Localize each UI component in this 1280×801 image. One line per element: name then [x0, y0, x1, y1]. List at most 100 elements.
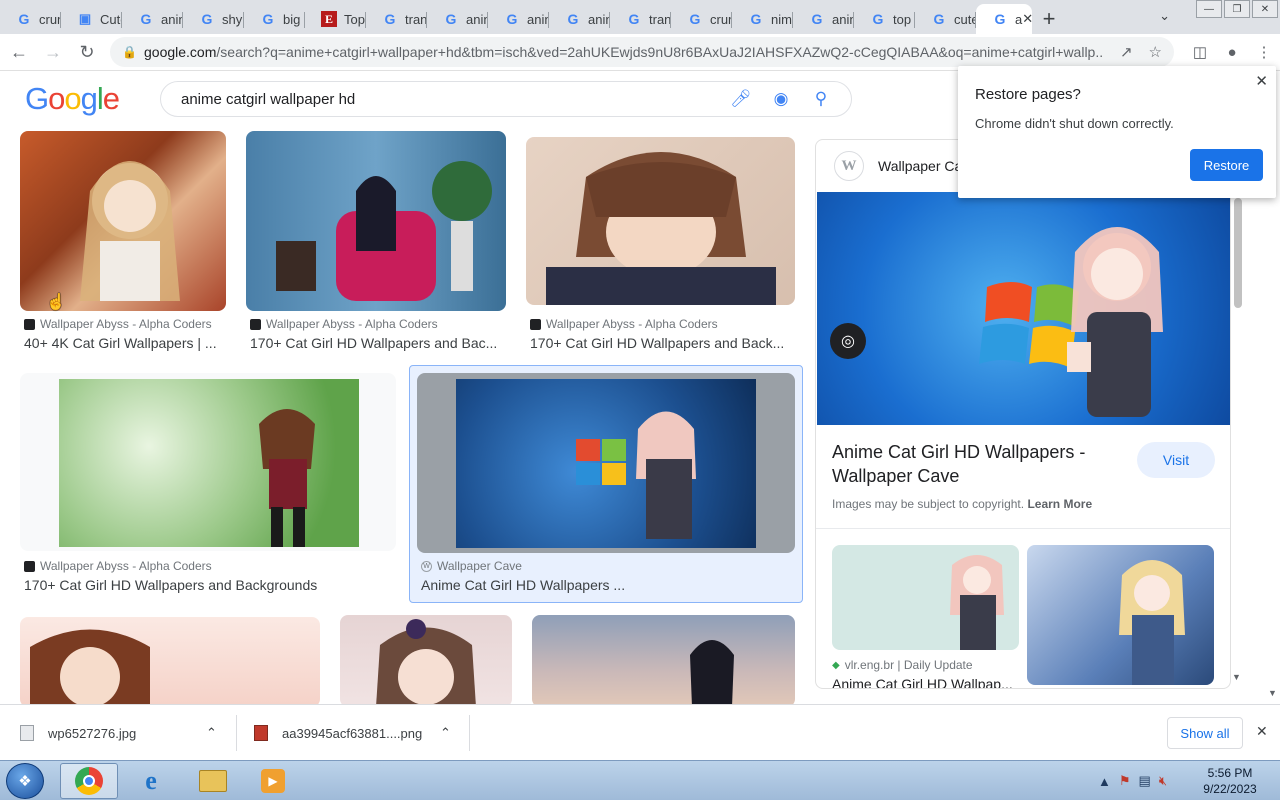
new-tab-button[interactable]: +: [1032, 4, 1066, 34]
catgirl-armchair-thumbnail: [276, 161, 492, 301]
browser-tab[interactable]: Gcrun: [671, 4, 732, 34]
catgirl-brown-hair-thumbnail: [30, 629, 150, 705]
download-item[interactable]: aa39945acf63881....png: [254, 705, 422, 761]
related-title[interactable]: Anime Cat Girl HD Wallpap...: [832, 676, 1013, 688]
show-all-button[interactable]: Show all: [1167, 717, 1243, 749]
maximize-button[interactable]: ❐: [1224, 0, 1250, 18]
restore-button[interactable]: Restore: [1190, 149, 1263, 181]
result-image[interactable]: [526, 137, 795, 305]
gem-icon: ◆: [832, 659, 840, 671]
media-player-icon[interactable]: ▶: [244, 763, 302, 799]
browser-tab[interactable]: Gcute: [915, 4, 976, 34]
result-image[interactable]: [20, 373, 396, 551]
close-window-button[interactable]: ✕: [1252, 0, 1278, 18]
result-title[interactable]: 40+ 4K Cat Girl Wallpapers | ...: [24, 335, 224, 351]
visit-button[interactable]: Visit: [1137, 442, 1215, 478]
panel-main-image[interactable]: [817, 192, 1230, 425]
result-image[interactable]: [20, 617, 320, 705]
side-panel-icon[interactable]: ◫: [1184, 36, 1216, 68]
panel-title[interactable]: Anime Cat Girl HD Wallpapers - Wallpaper…: [832, 440, 1122, 488]
catgirl-bokeh-thumbnail: [59, 379, 359, 547]
result-title[interactable]: 170+ Cat Girl HD Wallpapers and Backgrou…: [24, 577, 394, 593]
result-title[interactable]: Anime Cat Girl HD Wallpapers ...: [421, 577, 791, 593]
back-button[interactable]: ←: [4, 36, 34, 68]
reload-button[interactable]: ↻: [72, 36, 102, 68]
search-icon[interactable]: ⚲: [801, 89, 841, 109]
panel-scroll-thumb[interactable]: [1234, 198, 1242, 308]
browser-tab[interactable]: Ganin: [793, 4, 854, 34]
close-download-bar-icon[interactable]: ✕: [1256, 723, 1268, 740]
panel-scrollbar[interactable]: ▼: [1231, 190, 1245, 686]
taskbar-clock[interactable]: 5:56 PM 9/22/2023: [1196, 765, 1264, 797]
browser-tab[interactable]: Gbig: [244, 4, 305, 34]
tab-label: Cute: [100, 11, 122, 27]
forward-button[interactable]: →: [38, 36, 68, 68]
search-box[interactable]: anime catgirl wallpaper hd 🎤︎ ◉ ⚲: [160, 81, 852, 117]
related-image[interactable]: [1027, 545, 1214, 685]
browser-tab[interactable]: Gtran: [366, 4, 427, 34]
google-logo[interactable]: Google: [25, 81, 120, 117]
volume-muted-icon[interactable]: 🔇︎: [1159, 773, 1167, 789]
result-source[interactable]: Wallpaper Abyss - Alpha Coders: [24, 559, 212, 573]
panel-site-name[interactable]: Wallpaper Ca: [878, 158, 962, 174]
share-icon[interactable]: ↗: [1120, 43, 1133, 61]
browser-tab[interactable]: Ganin: [488, 4, 549, 34]
lens-camera-icon[interactable]: ◉: [761, 89, 801, 109]
search-query[interactable]: anime catgirl wallpaper hd: [181, 91, 721, 108]
minimize-button[interactable]: —: [1196, 0, 1222, 18]
profile-avatar-icon[interactable]: ●: [1216, 36, 1248, 68]
internet-explorer-icon[interactable]: e: [122, 763, 180, 799]
result-image[interactable]: [532, 615, 795, 705]
image-file-icon: [20, 725, 34, 741]
browser-tab[interactable]: Gcrun: [0, 4, 61, 34]
action-center-flag-icon[interactable]: ⚑: [1119, 773, 1131, 789]
chrome-taskbar-icon[interactable]: [60, 763, 118, 799]
start-button[interactable]: ❖: [6, 763, 44, 799]
browser-tab[interactable]: Gtop: [854, 4, 915, 34]
result-image[interactable]: [340, 615, 512, 705]
bookmark-star-icon[interactable]: ☆: [1149, 43, 1162, 61]
learn-more-link[interactable]: Learn More: [1027, 497, 1092, 511]
related-image[interactable]: [832, 545, 1019, 650]
menu-kebab-icon[interactable]: ⋮: [1248, 36, 1280, 68]
browser-tab[interactable]: Gshy: [183, 4, 244, 34]
page-scroll-down-arrow-icon[interactable]: ▼: [1268, 688, 1277, 698]
clock-time: 5:56 PM: [1207, 766, 1253, 780]
catgirl-related-thumbnail: [950, 555, 1004, 650]
chevron-up-icon[interactable]: ⌃: [206, 705, 217, 761]
download-item[interactable]: wp6527276.jpg: [20, 705, 136, 761]
address-bar[interactable]: 🔒 google.com/search?q=anime+catgirl+wall…: [110, 37, 1174, 67]
result-title[interactable]: 170+ Cat Girl HD Wallpapers and Back...: [530, 335, 790, 351]
tab-search-chevron-icon[interactable]: ⌄: [1159, 8, 1170, 24]
chevron-up-icon[interactable]: ⌃: [440, 705, 451, 761]
close-tab-icon[interactable]: ✕: [1022, 11, 1032, 27]
google-lens-icon[interactable]: ◎: [830, 323, 866, 359]
address-path: /search?q=anime+catgirl+wallpaper+hd&tbm…: [216, 44, 1104, 60]
scroll-down-arrow-icon[interactable]: ▼: [1232, 672, 1241, 682]
browser-tab[interactable]: Gnim: [732, 4, 793, 34]
browser-tab[interactable]: Ganin: [122, 4, 183, 34]
browser-tab[interactable]: Gtran: [610, 4, 671, 34]
tray-expand-icon[interactable]: ▲: [1098, 774, 1111, 789]
network-icon[interactable]: ▤: [1139, 773, 1151, 789]
result-source[interactable]: Wallpaper Abyss - Alpha Coders: [250, 317, 438, 331]
result-image[interactable]: [20, 131, 226, 311]
result-title[interactable]: 170+ Cat Girl HD Wallpapers and Bac...: [250, 335, 505, 351]
browser-tab[interactable]: Ganin: [549, 4, 610, 34]
result-source[interactable]: Wallpaper Abyss - Alpha Coders: [24, 317, 212, 331]
mouse-cursor-icon: ☝: [46, 294, 66, 311]
related-source[interactable]: ◆ vlr.eng.br | Daily Update: [832, 658, 973, 672]
result-source[interactable]: W Wallpaper Cave: [421, 559, 522, 573]
microphone-icon[interactable]: 🎤︎: [721, 89, 761, 109]
browser-tab[interactable]: E Top: [305, 4, 366, 34]
file-explorer-icon[interactable]: [184, 763, 242, 799]
alpha-coders-icon: [24, 560, 35, 572]
address-url: google.com/search?q=anime+catgirl+wallpa…: [144, 44, 1104, 60]
result-source[interactable]: Wallpaper Abyss - Alpha Coders: [530, 317, 718, 331]
result-image[interactable]: [417, 373, 795, 553]
browser-tab[interactable]: Ganin: [427, 4, 488, 34]
result-image[interactable]: [246, 131, 506, 311]
close-icon[interactable]: ✕: [1255, 72, 1268, 90]
browser-tab[interactable]: Ga ✕: [976, 4, 1032, 34]
browser-tab[interactable]: ▣ Cute: [61, 4, 122, 34]
